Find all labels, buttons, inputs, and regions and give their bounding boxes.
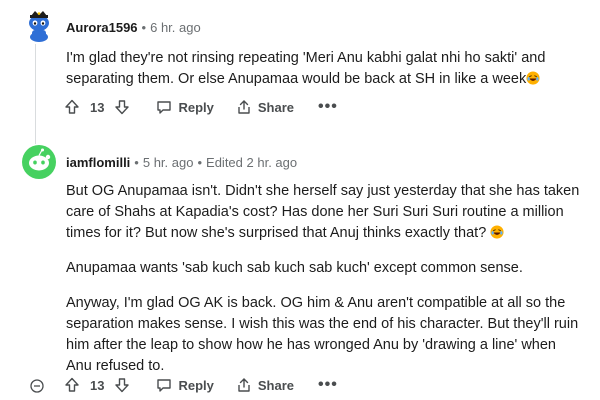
upvote-button[interactable] xyxy=(58,374,86,396)
edited-label: Edited 2 hr. ago xyxy=(206,155,298,170)
share-icon xyxy=(238,378,250,392)
laughing-emoji-icon xyxy=(526,71,540,85)
timestamp[interactable]: 6 hr. ago xyxy=(150,20,201,35)
laughing-emoji-icon xyxy=(490,225,504,239)
comment-paragraph: Anupamaa wants 'sab kuch sab kuch sab ku… xyxy=(66,260,523,276)
share-icon xyxy=(238,100,250,114)
thread-line xyxy=(35,44,36,144)
more-options-button[interactable]: ••• xyxy=(312,377,344,393)
default-avatar-icon[interactable] xyxy=(22,145,56,179)
meta-separator: • xyxy=(134,155,139,170)
comment-meta: Aurora1596 • 6 hr. ago xyxy=(66,20,201,35)
vote-count: 13 xyxy=(90,377,105,393)
comment-body: I'm glad they're not rinsing repeating '… xyxy=(66,48,581,90)
meta-separator: • xyxy=(197,155,203,170)
comment-meta: iamflomilli • 5 hr. ago • Edited 2 hr. ago xyxy=(66,155,297,170)
upvote-icon xyxy=(65,377,79,392)
upvote-icon xyxy=(65,99,79,114)
downvote-icon xyxy=(115,100,130,115)
downvote-button[interactable] xyxy=(108,374,136,396)
comment-actions: 13 Reply Share ••• xyxy=(58,95,344,119)
reply-button[interactable]: Reply xyxy=(150,374,219,396)
comment-paragraph: I'm glad they're not rinsing repeating '… xyxy=(66,50,546,87)
reply-icon xyxy=(157,379,172,392)
downvote-button[interactable] xyxy=(108,96,136,118)
comment-body: But OG Anupamaa isn't. Didn't she hersel… xyxy=(66,181,581,377)
downvote-icon xyxy=(115,378,130,393)
reply-button[interactable]: Reply xyxy=(150,96,219,118)
meta-separator: • xyxy=(141,20,147,35)
share-button[interactable]: Share xyxy=(230,374,300,396)
snoo-avatar-icon[interactable] xyxy=(22,8,56,42)
share-label: Share xyxy=(257,377,295,393)
reply-label: Reply xyxy=(178,377,214,393)
comment-paragraph: But OG Anupamaa isn't. Didn't she hersel… xyxy=(66,183,580,241)
share-button[interactable]: Share xyxy=(230,96,300,118)
comment-paragraph: Anyway, I'm glad OG AK is back. OG him &… xyxy=(66,295,579,374)
comment-actions: 13 Reply Share ••• xyxy=(58,373,344,397)
reply-icon xyxy=(157,101,172,114)
upvote-button[interactable] xyxy=(58,96,86,118)
share-label: Share xyxy=(257,99,295,115)
vote-count: 13 xyxy=(90,99,105,115)
collapse-thread-icon[interactable] xyxy=(30,379,44,393)
timestamp[interactable]: 5 hr. ago xyxy=(143,155,194,170)
more-options-button[interactable]: ••• xyxy=(312,99,344,115)
reply-label: Reply xyxy=(178,99,214,115)
username[interactable]: Aurora1596 xyxy=(66,20,138,35)
username[interactable]: iamflomilli xyxy=(66,155,130,170)
